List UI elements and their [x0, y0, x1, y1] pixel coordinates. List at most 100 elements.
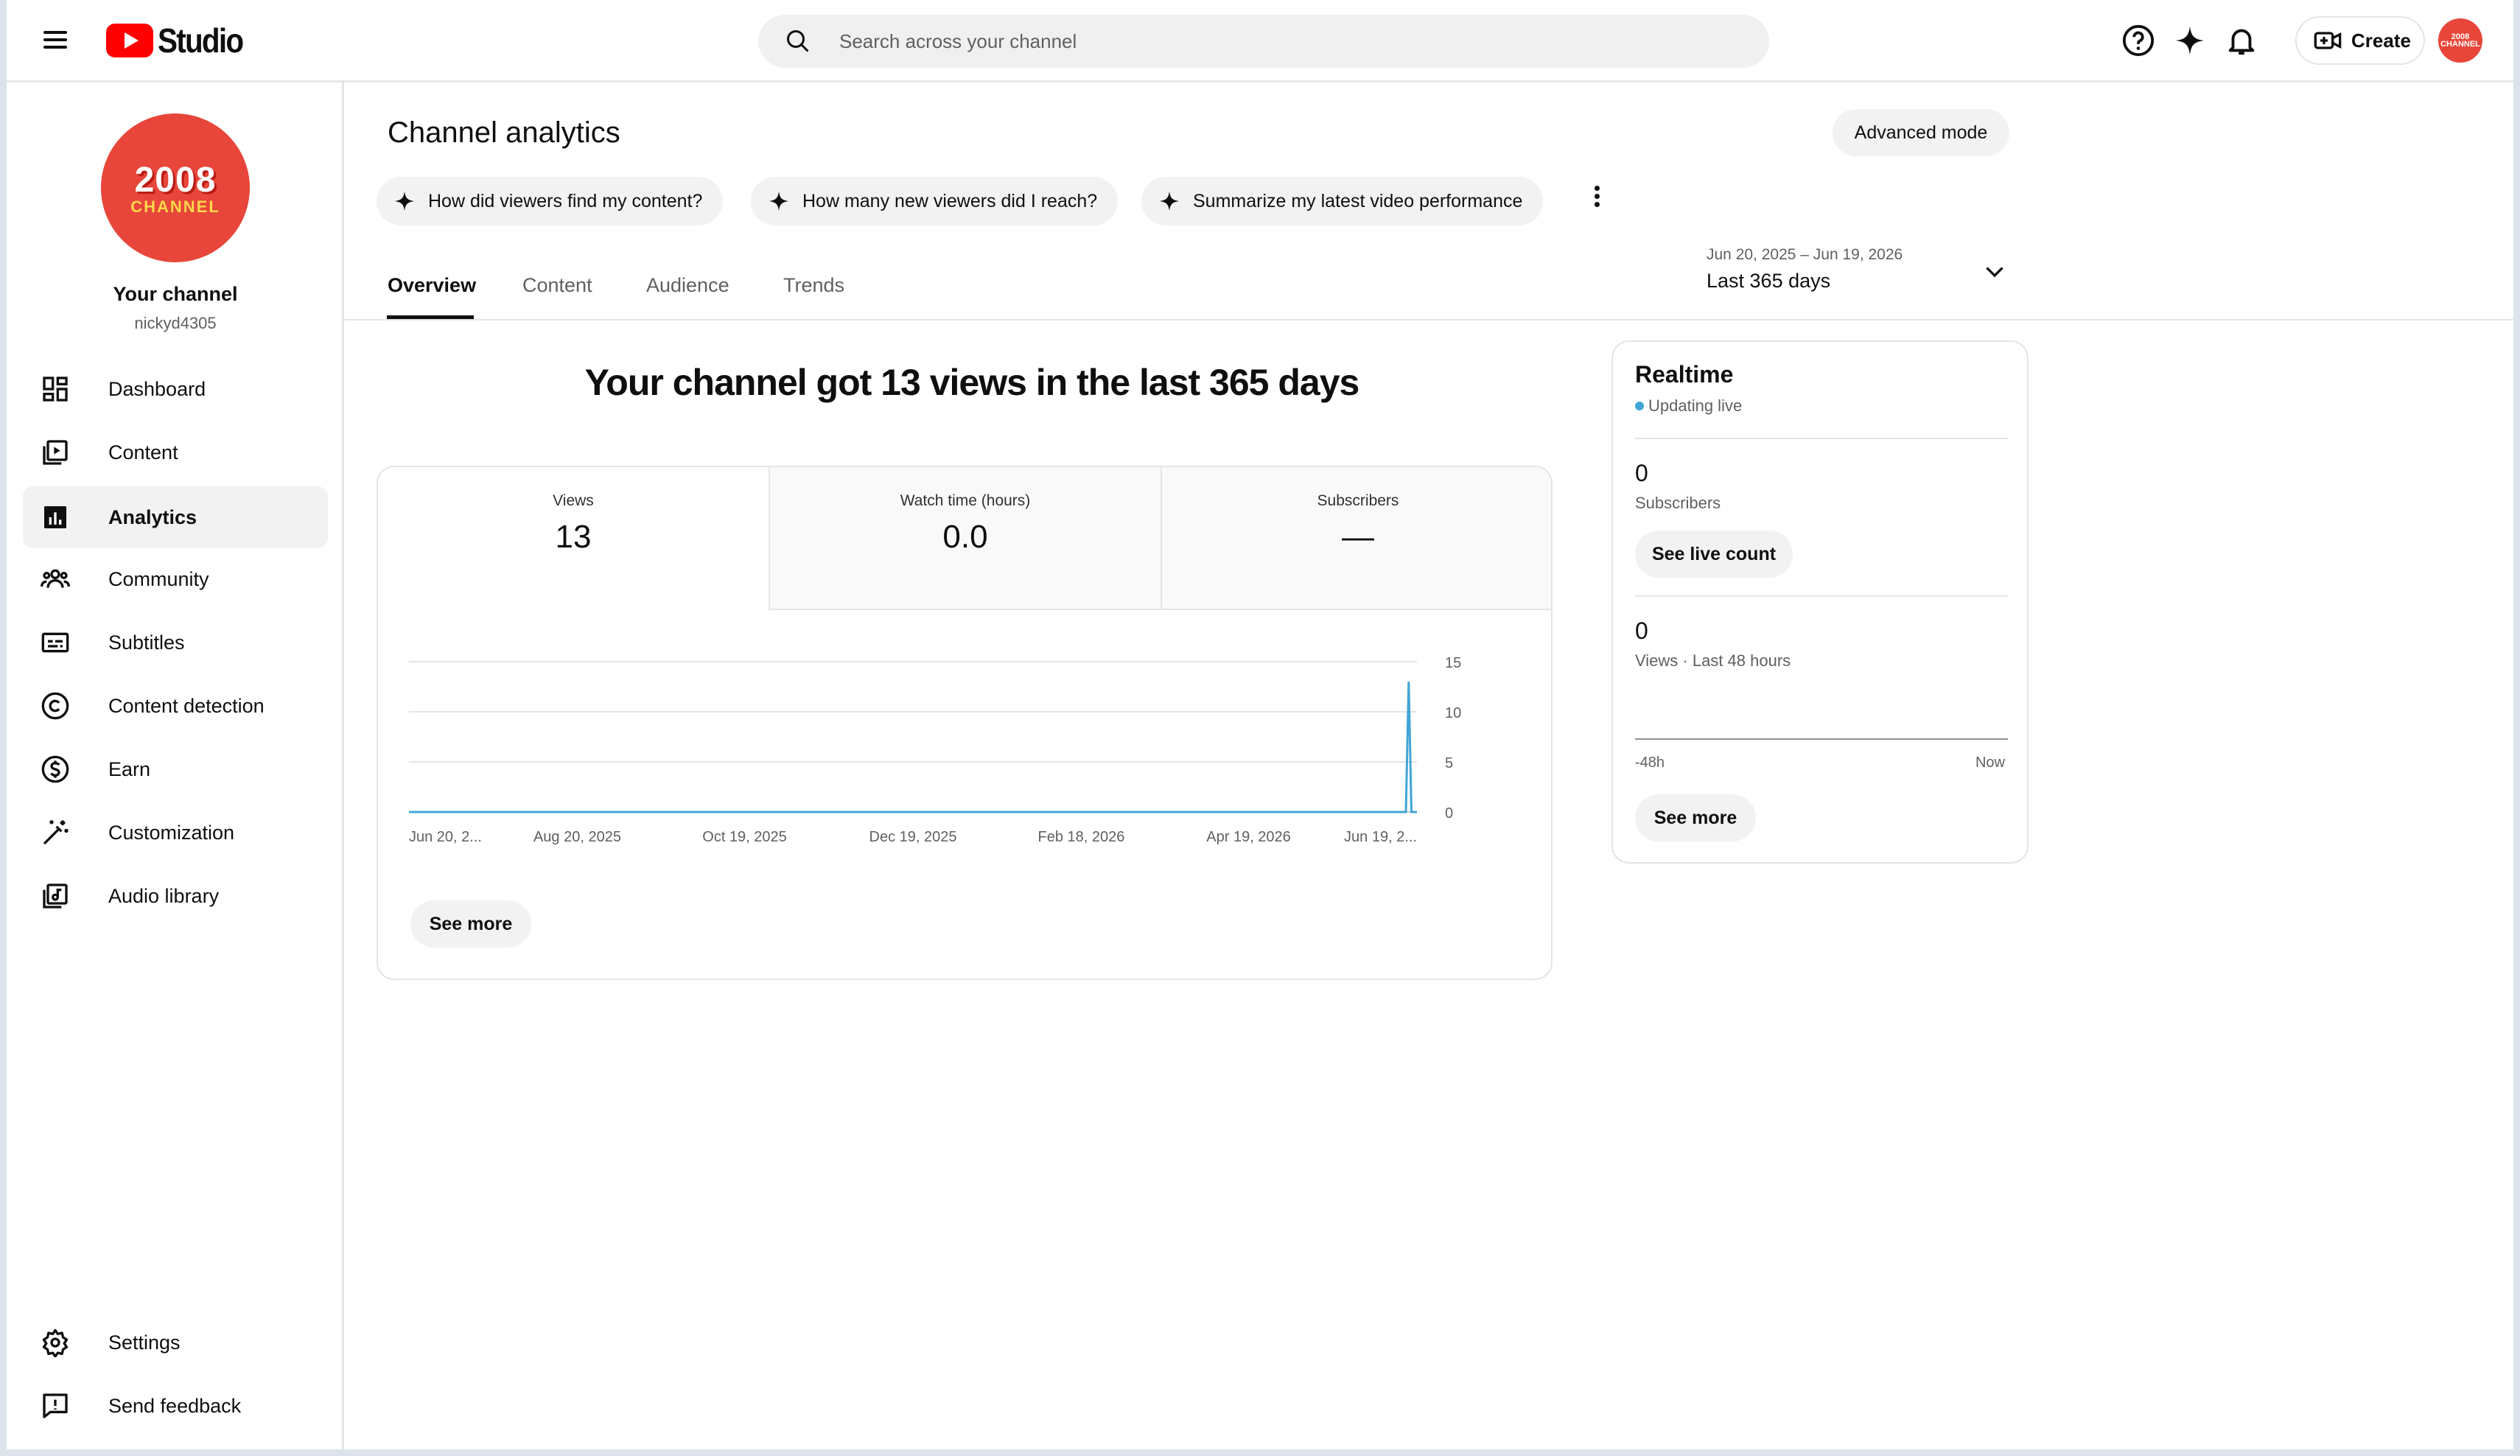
see-live-count-button[interactable]: See live count [1635, 531, 1793, 578]
sidebar-item-earn[interactable]: Earn [23, 738, 328, 800]
notifications-bell-icon[interactable] [2225, 24, 2258, 57]
realtime-chart-axis [1635, 738, 2008, 740]
sidebar-item-content-detection[interactable]: Content detection [23, 675, 328, 737]
x-tick-label: Oct 19, 2025 [702, 829, 787, 845]
chevron-down-icon[interactable] [1981, 258, 2008, 284]
overview-card: Views 13 Watch time (hours) 0.0 Subscrib… [377, 466, 1553, 980]
metric-label: Watch time (hours) [900, 492, 1031, 509]
studio-logo[interactable]: Studio [106, 21, 254, 60]
metric-label: Subscribers [1317, 492, 1399, 509]
tab-audience[interactable]: Audience [646, 274, 729, 297]
search-input[interactable] [839, 15, 1723, 68]
menu-icon[interactable] [41, 27, 70, 56]
page-title: Channel analytics [388, 116, 620, 149]
sidebar-item-label: Content [108, 441, 178, 463]
realtime-axis-start: -48h [1635, 755, 1665, 771]
feedback-icon [43, 1393, 68, 1418]
sidebar-item-label: Community [108, 567, 209, 590]
metric-label: Views [553, 492, 594, 509]
realtime-subscribers-label: Subscribers [1635, 494, 1721, 512]
ai-suggestion-chip[interactable]: How did viewers find my content? [377, 177, 724, 225]
subtitles-icon [41, 632, 69, 653]
sidebar-item-label: Analytics [108, 505, 197, 528]
sidebar-item-label: Dashboard [108, 377, 206, 400]
sidebar-item-content[interactable]: Content [23, 421, 328, 483]
realtime-subscribers-value: 0 [1635, 460, 1648, 486]
sparkle-icon [394, 191, 415, 211]
y-tick-label: 10 [1445, 705, 1461, 721]
sidebar-item-subtitles[interactable]: Subtitles [23, 612, 328, 673]
channel-label[interactable]: Your channel [7, 283, 344, 306]
account-avatar[interactable]: 2008 CHANNEL [2438, 18, 2482, 63]
metric-watch-time[interactable]: Watch time (hours) 0.0 [770, 467, 1162, 610]
analytics-icon [44, 506, 66, 528]
sparkle-icon[interactable] [2173, 24, 2207, 57]
metric-value: — [1342, 519, 1374, 555]
search-bar[interactable] [758, 15, 1769, 68]
tab-overview[interactable]: Overview [388, 274, 476, 297]
studio-app: Studio Create 2008 CHANNEL 2008 CHANNEL … [7, 0, 2513, 1449]
sidebar-item-community[interactable]: Community [23, 548, 328, 610]
sidebar-item-audio-library[interactable]: Audio library [23, 865, 328, 927]
audio-library-icon [43, 883, 68, 909]
chip-label: How did viewers find my content? [428, 190, 703, 211]
sidebar-item-label: Send feedback [108, 1394, 242, 1417]
y-tick-label: 0 [1445, 805, 1453, 822]
tab-trends[interactable]: Trends [783, 274, 844, 297]
sidebar-item-label: Settings [108, 1331, 181, 1354]
sidebar-item-label: Customization [108, 821, 235, 844]
youtube-play-icon [106, 24, 153, 57]
dollar-icon [41, 755, 69, 783]
realtime-views-value: 0 [1635, 617, 1648, 644]
see-more-button[interactable]: See more [410, 900, 531, 948]
divider [1635, 595, 2008, 597]
sparkle-icon [1159, 191, 1180, 211]
sidebar-item-label: Content detection [108, 694, 265, 717]
advanced-mode-button[interactable]: Advanced mode [1833, 109, 2009, 156]
content-icon [43, 440, 68, 465]
views-series-line[interactable] [409, 682, 1417, 813]
date-range-label[interactable]: Last 365 days [1707, 270, 1830, 293]
channel-handle: nickyd4305 [134, 314, 217, 332]
create-label: Create [2351, 29, 2411, 52]
sidebar-item-customization[interactable]: Customization [23, 802, 328, 864]
ai-suggestion-chip[interactable]: How many new viewers did I reach? [751, 177, 1119, 225]
search-icon[interactable] [785, 28, 811, 55]
account-avatar-text: 2008 CHANNEL [2440, 32, 2480, 49]
x-tick-label: Apr 19, 2026 [1206, 829, 1291, 845]
tab-content[interactable]: Content [522, 274, 592, 297]
tabs-divider [344, 319, 2513, 321]
create-button[interactable]: Create [2295, 16, 2425, 65]
realtime-axis-end: Now [1975, 755, 2005, 771]
metric-value: 0.0 [942, 519, 988, 555]
top-header: Studio Create 2008 CHANNEL [7, 0, 2513, 83]
gear-icon [42, 1329, 69, 1357]
x-tick-label: Dec 19, 2025 [869, 829, 957, 845]
metric-subscribers[interactable]: Subscribers — [1162, 467, 1551, 610]
sidebar-item-send-feedback[interactable]: Send feedback [23, 1375, 328, 1437]
sidebar-item-dashboard[interactable]: Dashboard [23, 358, 328, 420]
metric-value: 13 [555, 519, 592, 555]
analytics-headline: Your channel got 13 views in the last 36… [584, 362, 1360, 403]
realtime-see-more-button[interactable]: See more [1635, 794, 1756, 841]
avatar-line1: 2008 [134, 160, 217, 200]
help-icon[interactable] [2121, 24, 2155, 57]
views-line-chart[interactable]: 0 5 10 15 Jun 20, 2... Aug 20, 2025 Oct 19, 20… [378, 610, 1553, 905]
copyright-icon [41, 692, 69, 720]
avatar-line2: CHANNEL [130, 197, 220, 216]
metric-views[interactable]: Views 13 [378, 467, 770, 610]
more-options-icon[interactable] [1586, 183, 1608, 220]
create-video-icon [2314, 32, 2342, 49]
channel-avatar[interactable]: 2008 CHANNEL [101, 113, 250, 262]
x-tick-label: Feb 18, 2026 [1038, 829, 1125, 845]
chip-label: Summarize my latest video performance [1193, 190, 1523, 211]
sidebar-item-analytics[interactable]: Analytics [23, 486, 328, 548]
sidebar: 2008 CHANNEL Your channel nickyd4305 Das… [7, 83, 344, 1449]
magic-wand-icon [43, 820, 69, 845]
ai-suggestion-chip[interactable]: Summarize my latest video performance [1141, 177, 1544, 225]
x-tick-label: Aug 20, 2025 [533, 829, 621, 845]
sidebar-item-label: Subtitles [108, 631, 185, 654]
date-range-text[interactable]: Jun 20, 2025 – Jun 19, 2026 [1707, 246, 1903, 264]
dashboard-icon [43, 377, 68, 402]
sidebar-item-settings[interactable]: Settings [23, 1312, 328, 1373]
